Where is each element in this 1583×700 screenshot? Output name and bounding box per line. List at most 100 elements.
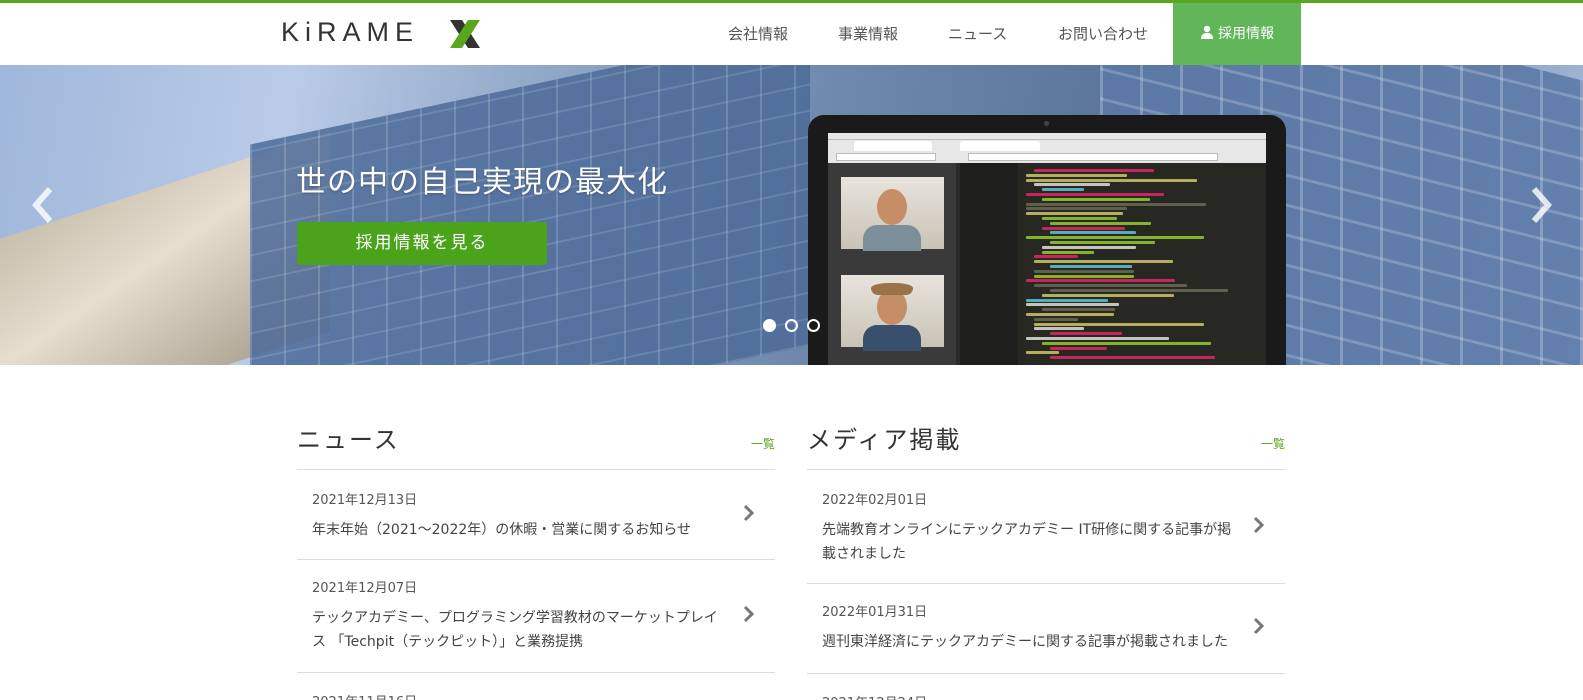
browser-url-bar	[968, 153, 1218, 161]
code-line	[1034, 284, 1187, 288]
participant-shirt	[863, 225, 921, 251]
video-call-panel	[828, 163, 956, 365]
list-item[interactable]: 2021年11月16日	[297, 673, 775, 700]
browser-tab	[960, 141, 1040, 151]
code-line	[1034, 183, 1110, 187]
participant-face	[877, 189, 907, 225]
code-line	[1026, 207, 1128, 211]
media-title: メディア掲載	[807, 426, 962, 454]
code-line	[1050, 265, 1132, 268]
code-line	[1050, 289, 1229, 292]
code-editor	[960, 163, 1266, 365]
item-date: 2021年12月13日	[312, 493, 418, 508]
laptop-image	[808, 115, 1286, 365]
list-item[interactable]: 2022年02月01日 先端教育オンラインにテックアカデミー IT研修に関する記…	[807, 470, 1285, 584]
code-line	[1050, 231, 1137, 235]
code-line	[1042, 308, 1115, 312]
code-line	[1042, 226, 1125, 230]
chevron-left-icon[interactable]	[30, 185, 56, 225]
video-participant-1	[841, 177, 944, 251]
nav-news[interactable]: ニュース	[948, 3, 1007, 65]
site-logo[interactable]: KiRAME	[281, 17, 419, 48]
code-line	[1034, 269, 1135, 273]
item-date: 2021年12月07日	[312, 581, 418, 596]
item-text: 年末年始（2021〜2022年）の休暇・営業に関するお知らせ	[312, 522, 691, 538]
video-participant-2	[841, 275, 944, 351]
carousel-dot-3[interactable]	[807, 319, 820, 332]
code-line	[1050, 356, 1215, 360]
code-line	[1034, 317, 1079, 321]
code-line	[1042, 250, 1094, 254]
list-item[interactable]: 2021年12月13日 年末年始（2021〜2022年）の休暇・営業に関するお知…	[297, 470, 775, 560]
chevron-right-icon	[1253, 617, 1265, 635]
news-title: ニュース	[297, 426, 400, 454]
code-line	[1026, 202, 1207, 206]
media-more-link[interactable]: 一覧	[1261, 435, 1285, 452]
list-item[interactable]: 2022年01月31日 週刊東洋経済にテックアカデミーに関する記事が掲載されまし…	[807, 584, 1285, 674]
code-line	[1034, 327, 1085, 331]
code-line	[1034, 260, 1173, 264]
carousel-dot-2[interactable]	[785, 319, 798, 332]
code-line	[1034, 169, 1154, 172]
code-line	[1026, 351, 1060, 355]
code-line	[1034, 274, 1135, 278]
participant-hat	[871, 283, 913, 295]
hero-carousel: 世の中の自己実現の最大化 採用情報を見る	[0, 65, 1583, 365]
chevron-right-icon	[743, 504, 755, 522]
browser-url-bar	[836, 153, 936, 161]
code-line	[1042, 293, 1175, 297]
browser-tab	[854, 141, 932, 151]
list-item[interactable]: 2021年12月24日	[807, 674, 1285, 700]
nav-recruit-label: 採用情報	[1218, 26, 1274, 42]
list-item[interactable]: 2021年12月07日 テックアカデミー、プログラミング学習教材のマーケットプレ…	[297, 560, 775, 673]
code-line	[1026, 313, 1114, 316]
item-text: 週刊東洋経済にテックアカデミーに関する記事が掲載されました	[822, 634, 1228, 650]
code-line	[1026, 337, 1170, 340]
media-list: 2022年02月01日 先端教育オンラインにテックアカデミー IT研修に関する記…	[807, 469, 1285, 700]
background-building-center	[250, 65, 810, 365]
site-header: KiRAME 会社情報 事業情報 ニュース お問い合わせ 採用情報	[0, 3, 1583, 65]
laptop-screen	[828, 133, 1266, 365]
news-list: 2021年12月13日 年末年始（2021〜2022年）の休暇・営業に関するお知…	[297, 469, 775, 700]
logo-text: KiRAME	[281, 17, 420, 47]
view-recruit-button[interactable]: 採用情報を見る	[297, 222, 547, 265]
code-line	[1034, 322, 1204, 326]
logo-x-mark	[450, 20, 480, 48]
code-line	[1026, 298, 1108, 302]
code-line	[1042, 197, 1150, 201]
item-text: 先端教育オンラインにテックアカデミー IT研修に関する記事が掲載されました	[822, 522, 1232, 562]
chevron-right-icon	[743, 605, 755, 623]
code-line	[1042, 341, 1212, 345]
hero-title: 世の中の自己実現の最大化	[296, 165, 668, 200]
item-date: 2022年02月01日	[822, 493, 928, 508]
code-line	[1026, 303, 1119, 307]
code-line	[1042, 188, 1085, 192]
news-more-link[interactable]: 一覧	[751, 435, 775, 452]
code-line	[1026, 193, 1164, 196]
file-tree	[960, 163, 1018, 365]
code-line	[1042, 245, 1137, 249]
carousel-dot-1[interactable]	[763, 319, 776, 332]
item-text: テックアカデミー、プログラミング学習教材のマーケットプレイス 「Techpit（…	[312, 610, 718, 650]
code-line	[1026, 173, 1127, 177]
code-line	[1050, 241, 1156, 244]
code-line	[1050, 221, 1152, 225]
code-line	[1042, 217, 1117, 220]
chevron-right-icon[interactable]	[1528, 185, 1554, 225]
nav-contact[interactable]: お問い合わせ	[1058, 3, 1148, 65]
chevron-right-icon	[1253, 516, 1265, 534]
code-line	[1050, 332, 1123, 336]
code-line	[1026, 279, 1175, 283]
person-icon	[1201, 25, 1213, 39]
nav-company[interactable]: 会社情報	[728, 3, 788, 65]
code-line	[1026, 212, 1124, 216]
nav-recruit-button[interactable]: 採用情報	[1173, 3, 1301, 65]
code-line	[1026, 236, 1205, 240]
item-date: 2021年12月24日	[822, 692, 927, 700]
code-line	[1050, 346, 1107, 350]
browser-menubar-line	[828, 139, 1266, 140]
code-line	[1026, 178, 1197, 182]
laptop-camera	[1044, 121, 1049, 126]
nav-business[interactable]: 事業情報	[838, 3, 898, 65]
item-date: 2022年01月31日	[822, 605, 928, 620]
